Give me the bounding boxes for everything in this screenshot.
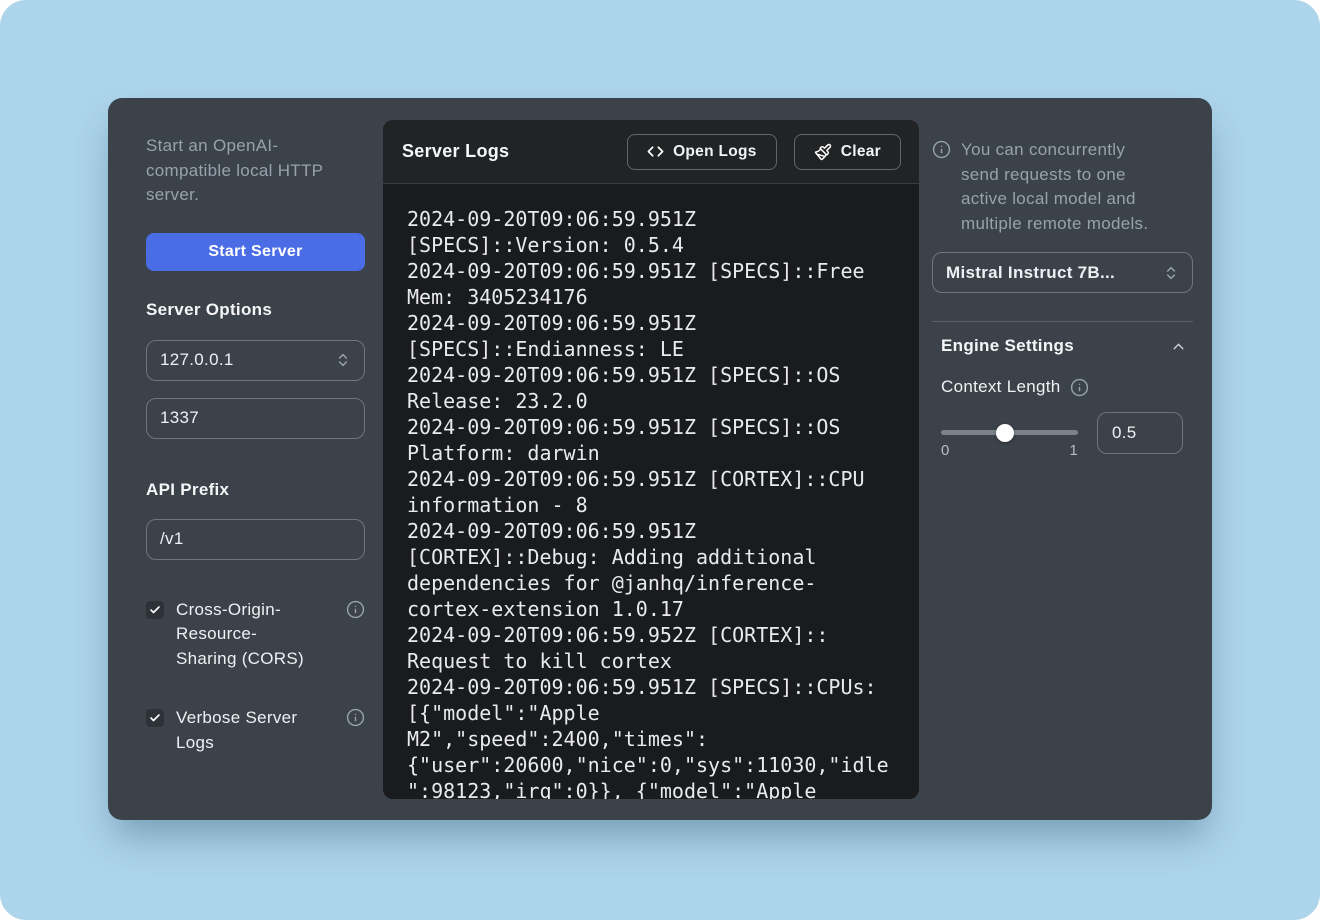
- concurrency-notice-text: You can concurrently send requests to on…: [961, 138, 1161, 236]
- log-line: 2024-09-20T09:06:59.951Z [CORTEX]::Debug…: [407, 518, 895, 622]
- engine-settings-heading: Engine Settings: [941, 336, 1074, 356]
- code-icon: [647, 143, 664, 160]
- log-line: 2024-09-20T09:06:59.951Z [SPECS]::CPUs: …: [407, 674, 895, 799]
- context-length-slider[interactable]: 0 1: [941, 430, 1078, 435]
- context-length-value: 0.5: [1112, 423, 1137, 443]
- cors-checkbox-label: Cross-Origin-Resource-Sharing (CORS): [176, 598, 308, 672]
- log-line: 2024-09-20T09:06:59.951Z [SPECS]::OS Rel…: [407, 362, 895, 414]
- server-logs-title: Server Logs: [402, 141, 509, 162]
- slider-max-label: 1: [1069, 442, 1078, 459]
- clear-logs-button[interactable]: Clear: [794, 134, 901, 170]
- log-line: 2024-09-20T09:06:59.951Z [SPECS]::OS Pla…: [407, 414, 895, 466]
- context-length-slider-row: 0 1 0.5: [932, 412, 1193, 454]
- model-select-value: Mistral Instruct 7B...: [946, 263, 1115, 283]
- verbose-checkbox-row: Verbose Server Logs: [146, 706, 365, 755]
- local-server-panel: Start an OpenAI-compatible local HTTP se…: [108, 98, 1212, 820]
- server-config-sidebar: Start an OpenAI-compatible local HTTP se…: [146, 98, 365, 755]
- chevron-up-icon: [1170, 338, 1187, 355]
- info-icon: [932, 140, 951, 159]
- model-settings-sidebar: You can concurrently send requests to on…: [932, 98, 1193, 454]
- api-prefix-input[interactable]: /v1: [146, 519, 365, 560]
- divider: [932, 321, 1193, 322]
- context-length-row: Context Length: [932, 377, 1193, 397]
- host-select[interactable]: 127.0.0.1: [146, 340, 365, 381]
- server-description: Start an OpenAI-compatible local HTTP se…: [146, 134, 352, 208]
- log-line: 2024-09-20T09:06:59.951Z [SPECS]::Versio…: [407, 206, 895, 258]
- clear-logs-label: Clear: [841, 143, 881, 161]
- verbose-logs-checkbox-label: Verbose Server Logs: [176, 706, 308, 755]
- log-line: 2024-09-20T09:06:59.952Z [CORTEX]:: Requ…: [407, 622, 895, 674]
- server-logs-output[interactable]: 2024-09-20T09:06:59.951Z [SPECS]::Versio…: [383, 184, 919, 799]
- api-prefix-heading: API Prefix: [146, 480, 365, 500]
- paintbrush-icon: [814, 143, 832, 161]
- info-icon[interactable]: [346, 600, 365, 619]
- log-line: 2024-09-20T09:06:59.951Z [SPECS]::Endian…: [407, 310, 895, 362]
- log-line: 2024-09-20T09:06:59.951Z [SPECS]::Free M…: [407, 258, 895, 310]
- host-select-value: 127.0.0.1: [160, 350, 234, 370]
- server-logs-panel: Server Logs Open Logs Clear 2024-09-20T0…: [383, 120, 919, 799]
- check-icon: [149, 712, 161, 724]
- engine-settings-header[interactable]: Engine Settings: [932, 336, 1193, 356]
- info-icon[interactable]: [1070, 378, 1089, 397]
- cors-checkbox-row: Cross-Origin-Resource-Sharing (CORS): [146, 598, 365, 672]
- context-length-label: Context Length: [941, 377, 1061, 397]
- concurrency-notice: You can concurrently send requests to on…: [932, 138, 1193, 236]
- start-server-button[interactable]: Start Server: [146, 233, 365, 271]
- open-logs-button[interactable]: Open Logs: [627, 134, 777, 170]
- slider-min-label: 0: [941, 442, 950, 459]
- check-icon: [149, 604, 161, 616]
- api-prefix-input-value: /v1: [160, 529, 184, 549]
- verbose-logs-checkbox[interactable]: [146, 709, 164, 727]
- port-input-value: 1337: [160, 408, 199, 428]
- info-icon[interactable]: [346, 708, 365, 727]
- context-length-input[interactable]: 0.5: [1097, 412, 1183, 454]
- port-input[interactable]: 1337: [146, 398, 365, 439]
- slider-thumb[interactable]: [996, 424, 1014, 442]
- app-background: Start an OpenAI-compatible local HTTP se…: [0, 0, 1320, 920]
- server-options-heading: Server Options: [146, 300, 365, 320]
- chevrons-up-down-icon: [335, 352, 351, 368]
- model-select[interactable]: Mistral Instruct 7B...: [932, 252, 1193, 293]
- server-logs-header: Server Logs Open Logs Clear: [383, 120, 919, 184]
- open-logs-label: Open Logs: [673, 143, 757, 161]
- cors-checkbox[interactable]: [146, 601, 164, 619]
- chevrons-up-down-icon: [1163, 265, 1179, 281]
- log-line: 2024-09-20T09:06:59.951Z [CORTEX]::CPU i…: [407, 466, 895, 518]
